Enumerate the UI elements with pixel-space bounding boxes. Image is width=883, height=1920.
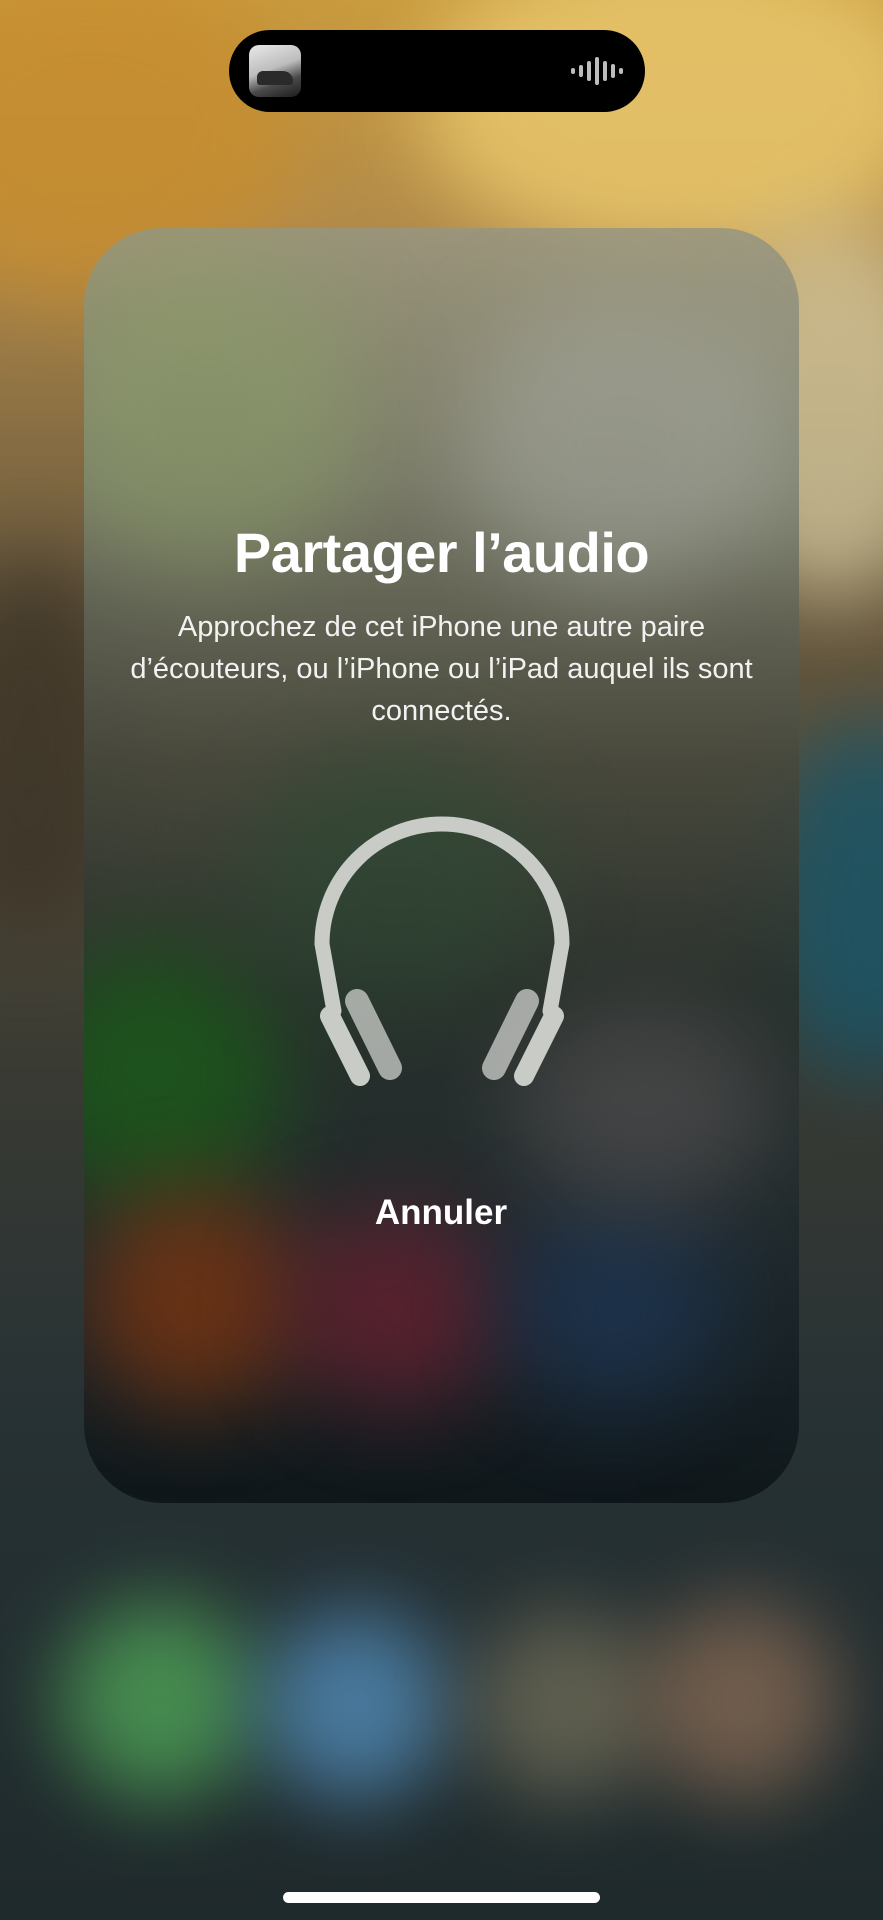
screen: Partager l’audio Approchez de cet iPhone…	[0, 0, 883, 1920]
headphones-icon	[314, 816, 570, 1086]
sheet-title: Partager l’audio	[233, 521, 650, 584]
sheet-blur	[84, 1188, 304, 1408]
home-indicator[interactable]	[283, 1892, 600, 1903]
dock-app-blur	[260, 1610, 450, 1800]
share-audio-sheet: Partager l’audio Approchez de cet iPhone…	[84, 228, 799, 1503]
album-artwork[interactable]	[249, 45, 301, 97]
sheet-description: Approchez de cet iPhone une autre paire …	[130, 611, 753, 727]
dock-app-blur	[640, 1600, 840, 1800]
dock-app-blur	[470, 1610, 660, 1800]
cancel-button[interactable]: Annuler	[341, 1186, 541, 1240]
sheet-blur	[84, 948, 284, 1208]
waveform-icon	[571, 54, 623, 88]
dynamic-island[interactable]	[229, 30, 645, 112]
dock-app-blur	[60, 1600, 260, 1800]
